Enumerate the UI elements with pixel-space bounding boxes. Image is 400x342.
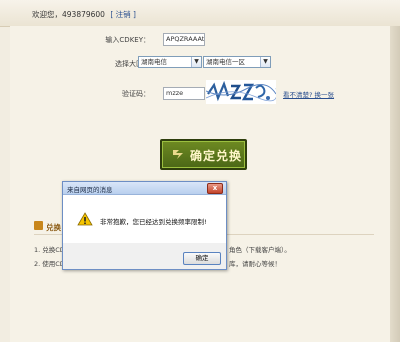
dialog-titlebar[interactable]: 来自网页的消息 x: [63, 182, 226, 195]
confirm-redeem-label: 确定兑换: [190, 149, 243, 163]
welcome-label: 欢迎您，493879600: [32, 10, 105, 19]
refresh-captcha-link[interactable]: 看不清楚? 换一张: [283, 89, 334, 99]
cdkey-input[interactable]: APQZRAAAtXLhAKhA: [163, 33, 205, 46]
close-icon[interactable]: x: [207, 183, 223, 194]
welcome-text: 欢迎您，493879600 [ 注销 ]: [32, 9, 136, 20]
chevron-down-icon: ▼: [191, 57, 201, 67]
captcha-image[interactable]: [205, 80, 278, 104]
cdkey-label: 输入CDKEY：: [105, 36, 150, 44]
captcha-input[interactable]: mzze: [163, 87, 205, 100]
warning-icon: [77, 212, 93, 228]
logout-link[interactable]: [ 注销 ]: [110, 10, 136, 19]
lightning-icon: [170, 145, 186, 163]
confirm-redeem-button[interactable]: 确定兑换: [160, 139, 247, 170]
note-line-2: 2. 使用CD: [34, 260, 65, 268]
server-select[interactable]: 湖南电信一区 ▼: [203, 56, 271, 68]
top-bar: 欢迎您，493879600 [ 注销 ]: [0, 0, 400, 27]
note-line-1: 1. 兑换CD: [34, 246, 65, 254]
page-edge: [390, 26, 400, 342]
alert-dialog: 来自网页的消息 x 非常抱歉，您已经达到兑换频率限制! 确定: [62, 181, 227, 270]
ok-button[interactable]: 确定: [183, 252, 221, 265]
note-line-2-tail: 库，请耐心等候！: [229, 260, 281, 268]
code-label: 验证码：: [122, 90, 150, 98]
region-select[interactable]: 湖南电信 ▼: [138, 56, 202, 68]
note-line-1-tail: 角色（下载客户端）。: [229, 246, 291, 254]
region-select-value: 湖南电信: [141, 58, 167, 66]
section-icon: [34, 221, 43, 230]
chevron-down-icon: ▼: [260, 57, 270, 67]
section-title: 兑换: [46, 223, 61, 232]
server-select-value: 湖南电信一区: [206, 58, 245, 66]
dialog-body: 非常抱歉，您已经达到兑换频率限制!: [63, 195, 226, 243]
dialog-message: 非常抱歉，您已经达到兑换频率限制!: [100, 218, 207, 226]
dialog-title: 来自网页的消息: [67, 186, 113, 194]
